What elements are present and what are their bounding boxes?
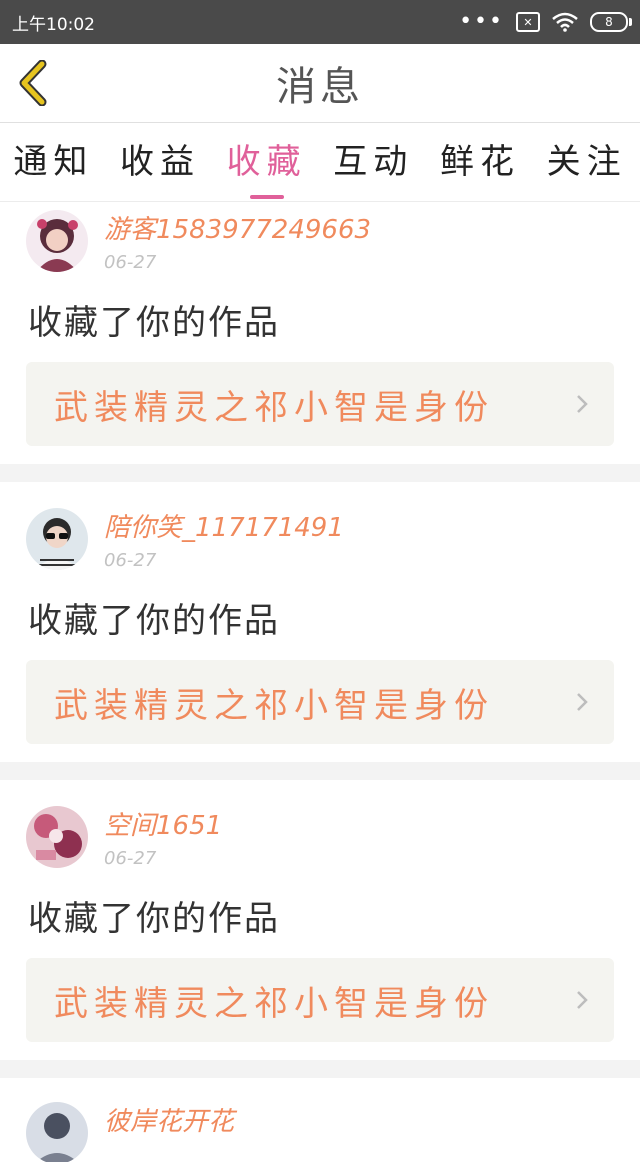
chevron-right-icon xyxy=(577,991,588,1009)
message-date: 06-27 xyxy=(104,252,157,273)
divider xyxy=(0,464,640,482)
tab-notifications[interactable]: 通知 xyxy=(9,137,97,187)
work-link[interactable]: 武装精灵之祁小智是身份 xyxy=(26,958,614,1042)
tab-earnings[interactable]: 收益 xyxy=(116,137,204,187)
avatar[interactable] xyxy=(26,1102,88,1162)
message-card: 陪你笑_117171491 06-27 收藏了你的作品 武装精灵之祁小智是身份 xyxy=(0,482,640,762)
action-text: 收藏了你的作品 xyxy=(28,899,280,939)
divider xyxy=(0,762,640,780)
work-title: 武装精灵之祁小智是身份 xyxy=(54,983,494,1024)
status-icons: ••• ✕ 8 xyxy=(459,9,632,34)
no-sim-icon: ✕ xyxy=(516,12,540,32)
tab-flowers[interactable]: 鲜花 xyxy=(436,137,524,187)
work-link[interactable]: 武装精灵之祁小智是身份 xyxy=(26,362,614,446)
status-time: 上午10:02 xyxy=(12,14,95,35)
message-date: 06-27 xyxy=(104,550,157,571)
work-link[interactable]: 武装精灵之祁小智是身份 xyxy=(26,660,614,744)
wifi-icon xyxy=(552,12,578,32)
tab-bar: 通知 收益 收藏 互动 鲜花 关注 xyxy=(0,123,640,202)
more-dots-icon: ••• xyxy=(459,9,504,34)
avatar[interactable] xyxy=(26,806,88,868)
work-title: 武装精灵之祁小智是身份 xyxy=(54,685,494,726)
action-text: 收藏了你的作品 xyxy=(28,601,280,641)
username[interactable]: 空间1651 xyxy=(104,808,222,844)
chevron-right-icon xyxy=(577,693,588,711)
message-card: 空间1651 06-27 收藏了你的作品 武装精灵之祁小智是身份 xyxy=(0,780,640,1060)
message-card: 彼岸花开花 xyxy=(0,1078,640,1162)
work-title: 武装精灵之祁小智是身份 xyxy=(54,387,494,428)
chevron-right-icon xyxy=(577,395,588,413)
username[interactable]: 彼岸花开花 xyxy=(104,1104,234,1140)
action-text: 收藏了你的作品 xyxy=(28,303,280,343)
tab-favorites[interactable]: 收藏 xyxy=(223,137,311,187)
tab-interactions[interactable]: 互动 xyxy=(329,137,417,187)
tab-follows[interactable]: 关注 xyxy=(543,137,631,187)
battery-icon: 8 xyxy=(590,12,632,32)
message-card: 游客1583977249663 06-27 收藏了你的作品 武装精灵之祁小智是身… xyxy=(0,202,640,464)
back-arrow-icon[interactable] xyxy=(14,60,54,106)
message-date: 06-27 xyxy=(104,848,157,869)
avatar[interactable] xyxy=(26,508,88,570)
page-title: 消息 xyxy=(276,64,364,110)
avatar[interactable] xyxy=(26,210,88,272)
username[interactable]: 游客1583977249663 xyxy=(104,212,371,248)
divider xyxy=(0,1060,640,1078)
status-bar: 上午10:02 ••• ✕ 8 xyxy=(0,0,640,44)
username[interactable]: 陪你笑_117171491 xyxy=(104,510,344,546)
title-bar: 消息 xyxy=(0,44,640,123)
